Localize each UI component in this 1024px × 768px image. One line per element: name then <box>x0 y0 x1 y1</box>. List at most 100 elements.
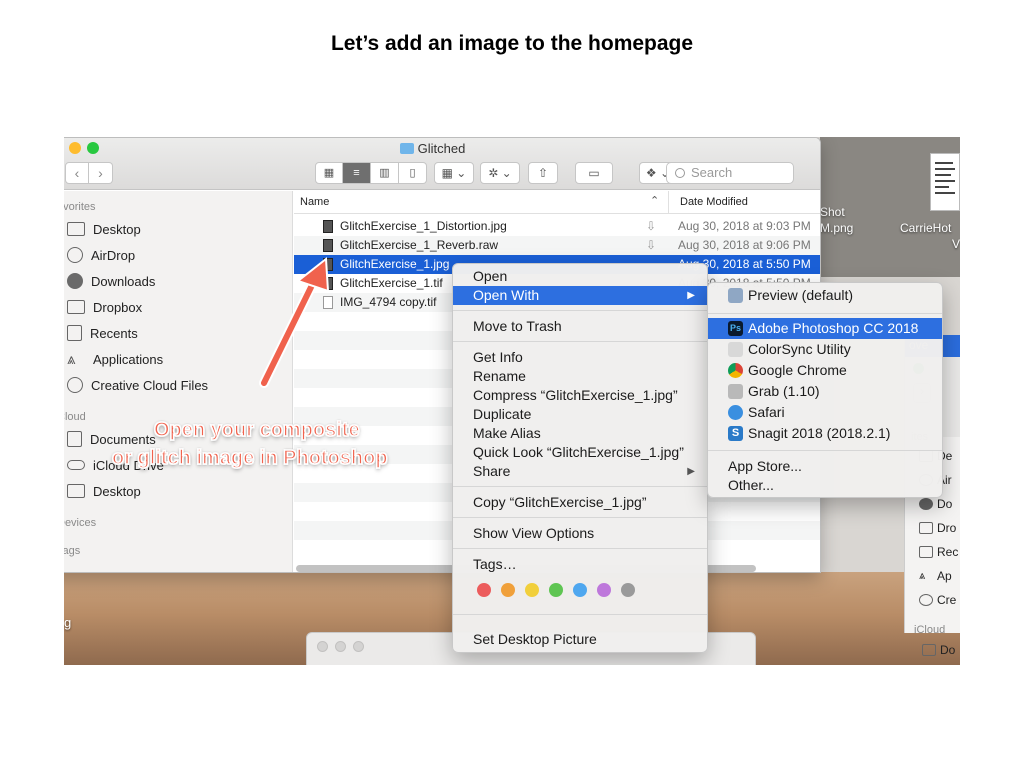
menu-item-rename[interactable]: Rename <box>453 367 707 386</box>
menu-item-compress[interactable]: Compress “GlitchExercise_1.jpg” <box>453 386 707 405</box>
airdrop-icon <box>67 247 83 263</box>
image-file-icon <box>323 220 333 233</box>
app-item-preview[interactable]: Preview (default) <box>708 285 942 306</box>
menu-item-open[interactable]: Open <box>453 267 707 286</box>
tag-purple[interactable] <box>597 583 611 597</box>
menu-item-show-view-options[interactable]: Show View Options <box>453 524 707 543</box>
view-mode-control: ▦ ≡ ▥ ▯ <box>315 162 427 184</box>
name-column-header[interactable]: Name <box>300 196 329 208</box>
submenu-arrow-icon: ▶ <box>687 466 695 477</box>
window-title: Glitched <box>64 141 820 156</box>
annotation-line-2: or glitch image in Photoshop <box>111 446 388 470</box>
sidebar-item-documents[interactable]: Documents <box>67 429 156 449</box>
tag-blue[interactable] <box>573 583 587 597</box>
sidebar-item-downloads[interactable]: Downloads <box>67 271 155 291</box>
sidebar-item-desktop[interactable]: Desktop <box>67 219 141 239</box>
sidebar-item[interactable]: Do <box>919 497 952 511</box>
menu-item-set-desktop-picture[interactable]: Set Desktop Picture <box>453 630 707 649</box>
back-button[interactable]: ‹ <box>65 162 89 184</box>
menu-item-open-with[interactable]: Open With ▶ <box>453 286 707 305</box>
sidebar-item[interactable]: Rec <box>919 545 958 559</box>
app-item-grab[interactable]: Grab (1.10) <box>708 381 942 402</box>
sidebar-item-dropbox[interactable]: Dropbox <box>67 297 142 317</box>
column-view-button[interactable]: ▥ <box>371 162 399 184</box>
folder-icon <box>67 300 85 314</box>
desktop-file-thumbnail[interactable] <box>930 153 960 211</box>
search-field[interactable]: Search <box>666 162 794 184</box>
sidebar-item-recents[interactable]: Recents <box>67 323 138 343</box>
annotation-line-1: Open your composite <box>153 418 360 442</box>
creative-cloud-icon <box>67 377 83 393</box>
menu-item-copy[interactable]: Copy “GlitchExercise_1.jpg” <box>453 493 707 512</box>
app-item-snagit[interactable]: S Snagit 2018 (2018.2.1) <box>708 423 942 444</box>
sidebar-group-icloud: Cloud <box>64 411 86 423</box>
cloud-download-icon[interactable]: ⇩ <box>646 219 656 233</box>
documents-icon <box>922 644 936 656</box>
app-item-safari[interactable]: Safari <box>708 402 942 423</box>
documents-icon <box>67 431 82 447</box>
action-gear-button[interactable]: ✲ ⌄ <box>480 162 520 184</box>
submenu-arrow-icon: ▶ <box>687 290 695 301</box>
menu-item-duplicate[interactable]: Duplicate <box>453 405 707 424</box>
file-row[interactable]: GlitchExercise_1_Distortion.jpg ⇩ Aug 30, … <box>294 217 820 236</box>
menu-item-move-to-trash[interactable]: Move to Trash <box>453 317 707 336</box>
list-view-button[interactable]: ≡ <box>343 162 371 184</box>
sidebar-item-airdrop[interactable]: AirDrop <box>67 245 135 265</box>
tag-red[interactable] <box>477 583 491 597</box>
navigation-buttons: ‹ › <box>65 162 113 184</box>
screenshot: Shot M.png CarrieHot V g ove › ites De A… <box>64 137 960 665</box>
search-icon <box>675 168 685 178</box>
group-button[interactable]: ▦ ⌄ <box>434 162 474 184</box>
sidebar-item-creative-cloud[interactable]: Creative Cloud Files <box>67 375 208 395</box>
menu-item-get-info[interactable]: Get Info <box>453 348 707 367</box>
sidebar-group-devices: Devices <box>64 517 97 529</box>
tag-orange[interactable] <box>501 583 515 597</box>
menu-item-other[interactable]: Other... <box>708 476 942 495</box>
app-item-chrome[interactable]: Google Chrome <box>708 360 942 381</box>
forward-button[interactable]: › <box>89 162 113 184</box>
desktop-label: CarrieHot <box>900 221 952 235</box>
recents-icon <box>67 325 82 341</box>
close-button[interactable] <box>317 641 328 652</box>
tag-gray[interactable] <box>621 583 635 597</box>
sidebar-group-tags: Tags <box>64 545 81 557</box>
tag-green[interactable] <box>549 583 563 597</box>
edit-tags-button[interactable]: ▭ <box>575 162 613 184</box>
menu-item-tags[interactable]: Tags… <box>453 555 707 574</box>
creative-cloud-icon <box>919 594 933 606</box>
share-button[interactable]: ⇧ <box>528 162 558 184</box>
colorsync-app-icon <box>728 342 743 357</box>
downloads-icon <box>919 498 933 510</box>
sidebar-group-label: iCloud <box>914 624 946 636</box>
folder-icon <box>919 522 933 534</box>
sidebar-item[interactable]: Do <box>922 643 955 657</box>
cloud-download-icon[interactable]: ⇩ <box>646 238 656 252</box>
desktop-icon <box>67 484 85 498</box>
sidebar-item[interactable]: ⩓ Ap <box>919 569 952 583</box>
recents-icon <box>919 546 933 558</box>
sidebar-item[interactable]: Dro <box>919 521 956 535</box>
app-item-photoshop[interactable]: Ps Adobe Photoshop CC 2018 <box>708 318 942 339</box>
icon-view-button[interactable]: ▦ <box>315 162 343 184</box>
minimize-button[interactable] <box>335 641 346 652</box>
menu-item-make-alias[interactable]: Make Alias <box>453 424 707 443</box>
zoom-button[interactable] <box>353 641 364 652</box>
tag-yellow[interactable] <box>525 583 539 597</box>
menu-item-quick-look[interactable]: Quick Look “GlitchExercise_1.jpg” <box>453 443 707 462</box>
sidebar-item-applications[interactable]: ⩓ Applications <box>67 349 163 369</box>
desktop-icon <box>67 222 85 236</box>
slide-title: Let’s add an image to the homepage <box>330 32 694 55</box>
sidebar-item[interactable]: Cre <box>919 593 956 607</box>
sort-chevron-icon: ⌃ <box>650 195 660 207</box>
app-item-colorsync[interactable]: ColorSync Utility <box>708 339 942 360</box>
image-file-icon <box>323 239 333 252</box>
tag-color-row <box>477 583 637 599</box>
gallery-view-button[interactable]: ▯ <box>399 162 427 184</box>
file-row[interactable]: GlitchExercise_1_Reverb.raw ⇩ Aug 30, 2018… <box>294 236 820 255</box>
date-column-header[interactable]: Date Modified <box>680 196 748 208</box>
menu-item-share[interactable]: Share ▶ <box>453 462 707 481</box>
sidebar-item-icloud-desktop[interactable]: Desktop <box>67 481 141 501</box>
menu-item-app-store[interactable]: App Store... <box>708 457 942 476</box>
desktop-label: Shot <box>820 205 845 219</box>
chrome-app-icon <box>728 363 743 378</box>
